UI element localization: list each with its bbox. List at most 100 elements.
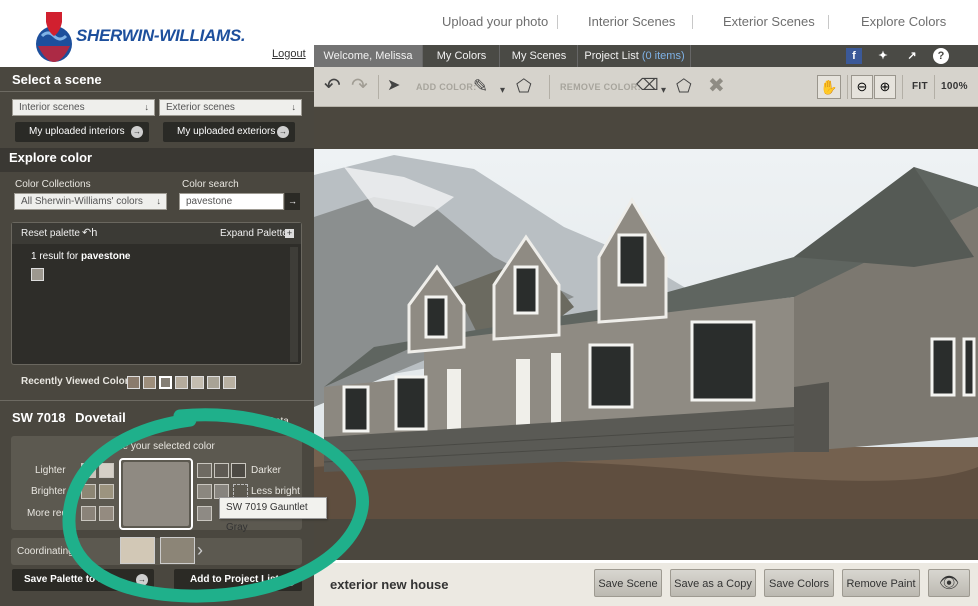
nav-upload-photo[interactable]: Upload your photo (442, 14, 548, 29)
expand-palette-button[interactable]: Expand Palette (220, 223, 288, 244)
save-palette-button[interactable]: Save Palette to My → (12, 569, 154, 591)
project-list-label: Project List (584, 50, 639, 62)
share-icon[interactable]: ↗ (904, 48, 920, 64)
remove-paint-button[interactable]: Remove Paint (842, 569, 920, 597)
project-count: (0 items) (641, 50, 685, 62)
coordinating-color-swatch[interactable] (160, 537, 195, 564)
recently-viewed-label: Recently Viewed Colors (21, 376, 135, 387)
palette-panel: Reset palette ↶h Expand Palette + 1 resu… (11, 222, 302, 365)
house-photo (314, 149, 978, 560)
less-bright-label: Less bright (251, 486, 300, 497)
pointer-icon[interactable]: ➤ (387, 76, 400, 96)
brand-logo[interactable]: SHERWIN-WILLIAMS. (32, 6, 245, 70)
tab-my-colors[interactable]: My Colors (424, 45, 500, 67)
chevron-down-icon[interactable]: ▾ (500, 81, 505, 101)
search-go-icon[interactable]: → (285, 193, 300, 210)
darker-swatch[interactable] (214, 463, 229, 478)
add-color-label: ADD COLOR: (416, 82, 477, 92)
darker-swatch[interactable] (197, 463, 212, 478)
brighter-swatch[interactable] (81, 484, 96, 499)
twitter-icon[interactable]: ✦ (875, 48, 891, 64)
select-scene-title: Select a scene (12, 72, 102, 87)
tab-my-scenes[interactable]: My Scenes (501, 45, 578, 67)
exterior-scenes-dropdown[interactable]: Exterior scenes ↓ (159, 99, 302, 116)
arrow-down-icon: ↓ (144, 102, 150, 112)
my-uploaded-interiors-button[interactable]: My uploaded interiors → (15, 122, 149, 142)
brighter-swatch[interactable] (99, 484, 114, 499)
recent-color-swatch[interactable] (127, 376, 140, 389)
go-arrow-icon: → (136, 574, 148, 586)
scene-photo[interactable] (314, 107, 978, 560)
arrow-down-icon: ↓ (156, 196, 162, 206)
tab-project-list[interactable]: Project List (0 items) (579, 45, 691, 67)
recent-color-swatch[interactable] (175, 376, 188, 389)
close-icon[interactable]: ✖ (708, 76, 725, 96)
go-arrow-icon: → (284, 574, 296, 586)
sidebar: Select a scene Interior scenes ↓ Exterio… (0, 67, 314, 606)
my-uploaded-exteriors-button[interactable]: My uploaded exteriors → (163, 122, 295, 142)
color-search-input[interactable]: pavestone (179, 193, 284, 210)
color-detail-title: SW 7018 Dovetail (12, 410, 126, 425)
recent-color-swatch[interactable] (191, 376, 204, 389)
polygon-add-icon[interactable]: ⬠ (516, 76, 532, 96)
color-details-link[interactable]: Color Deta (241, 416, 289, 427)
go-arrow-icon: → (277, 126, 289, 138)
selected-color-swatch[interactable] (119, 458, 193, 530)
facebook-icon[interactable]: f (846, 48, 862, 64)
uploaded-interiors-label: My uploaded interiors (29, 126, 125, 137)
darker-swatch[interactable] (231, 463, 246, 478)
brush-icon[interactable]: ✎ (473, 76, 488, 96)
undo-icon[interactable]: ↶ (324, 76, 341, 96)
eraser-icon[interactable]: ⌫ (636, 76, 659, 96)
interior-scenes-dropdown[interactable]: Interior scenes ↓ (12, 99, 155, 116)
coordinating-colors-panel: Coordinating c › (11, 537, 302, 565)
plus-icon[interactable]: + (285, 229, 294, 238)
save-colors-button[interactable]: Save Colors (764, 569, 834, 597)
reset-palette-button[interactable]: Reset palette (21, 223, 80, 244)
more-red-label: More red (27, 508, 68, 519)
palette-scrollbar[interactable] (290, 247, 298, 362)
zoom-out-icon[interactable]: ⊖ (851, 75, 873, 99)
fit-button[interactable]: FIT (912, 81, 928, 92)
nav-explore-colors[interactable]: Explore Colors (861, 14, 946, 29)
redo-icon[interactable]: ↷ (351, 76, 368, 96)
nav-exterior-scenes[interactable]: Exterior Scenes (723, 14, 815, 29)
globe-paint-icon (36, 12, 72, 62)
result-prefix: 1 result for (31, 251, 79, 262)
recent-color-swatch[interactable] (223, 376, 236, 389)
result-color-chip[interactable] (31, 268, 44, 281)
darker-label: Darker (251, 465, 282, 476)
chevron-right-icon[interactable]: › (197, 540, 203, 561)
color-name: Dovetail (75, 410, 126, 425)
result-term: pavestone (81, 251, 131, 262)
add-to-project-list-button[interactable]: Add to Project List → (174, 569, 302, 591)
reset-icon[interactable]: ↶h (82, 223, 97, 244)
polygon-remove-icon[interactable]: ⬠ (676, 76, 692, 96)
less-red-swatch[interactable] (197, 506, 212, 521)
save-scene-button[interactable]: Save Scene (594, 569, 662, 597)
chevron-down-icon[interactable]: ▾ (661, 81, 666, 101)
color-collections-dropdown[interactable]: All Sherwin-Williams' colors ↓ (14, 193, 167, 210)
brighter-label: Brighter (31, 486, 67, 497)
search-result-text: 1 result for pavestone (31, 251, 131, 262)
zoom-in-icon[interactable]: ⊕ (874, 75, 896, 99)
more-red-swatch[interactable] (99, 506, 114, 521)
logout-link[interactable]: Logout (272, 48, 306, 60)
recent-color-swatch[interactable] (159, 376, 172, 389)
nav-interior-scenes[interactable]: Interior Scenes (588, 14, 675, 29)
scene-name: exterior new house (330, 577, 449, 592)
help-icon[interactable]: ? (933, 48, 949, 64)
color-collections-label: Color Collections (15, 179, 91, 190)
selected-color-fill (123, 462, 189, 526)
lighter-swatch[interactable] (99, 463, 114, 478)
less-bright-swatch[interactable] (197, 484, 212, 499)
lighter-swatch[interactable] (81, 463, 96, 478)
save-copy-button[interactable]: Save as a Copy (670, 569, 756, 597)
eye-icon[interactable]: 👁 (928, 569, 970, 597)
coordinating-color-swatch[interactable] (120, 537, 155, 564)
more-red-swatch[interactable] (81, 506, 96, 521)
recent-color-swatch[interactable] (143, 376, 156, 389)
hand-icon[interactable]: ✋ (817, 75, 841, 99)
recent-color-swatch[interactable] (207, 376, 220, 389)
interior-dd-label: Interior scenes (19, 102, 85, 113)
